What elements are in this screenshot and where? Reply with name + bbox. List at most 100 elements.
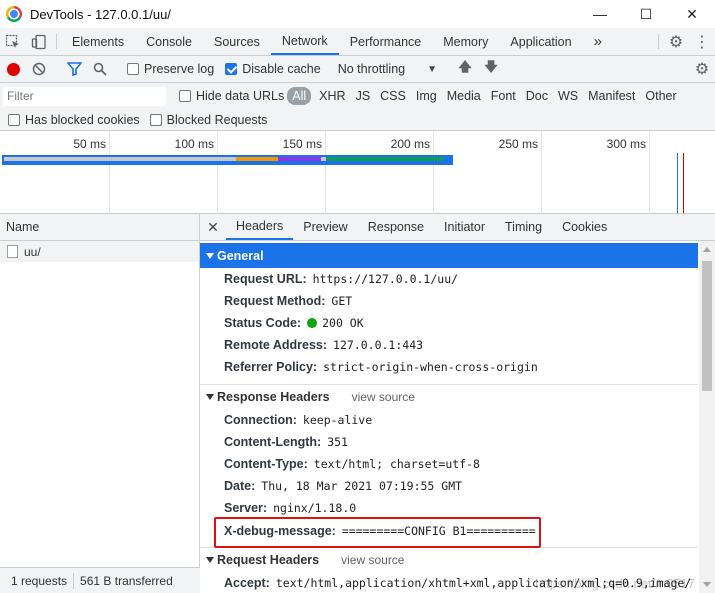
transferred-size: 561 B transferred bbox=[80, 573, 173, 588]
search-button[interactable] bbox=[87, 62, 113, 76]
tab-elements[interactable]: Elements bbox=[61, 28, 135, 55]
request-count: 1 requests bbox=[11, 573, 68, 588]
tick-label: 300 ms bbox=[606, 137, 646, 151]
network-status-bar: 1 requests 561 B transferred bbox=[0, 567, 200, 593]
network-overview-timeline[interactable]: 50 ms 100 ms 150 ms 200 ms 250 ms 300 ms bbox=[0, 131, 715, 214]
request-row[interactable]: uu/ bbox=[0, 241, 199, 262]
maximize-button[interactable]: ☐ bbox=[623, 0, 669, 28]
view-source-link[interactable]: view source bbox=[341, 553, 404, 567]
header-key: Content-Length: bbox=[224, 435, 322, 449]
dom-content-loaded-line bbox=[677, 153, 678, 213]
clear-button[interactable] bbox=[26, 62, 52, 76]
header-value: GET bbox=[331, 294, 353, 308]
tab-headers[interactable]: Headers bbox=[226, 214, 294, 240]
tab-cookies[interactable]: Cookies bbox=[552, 214, 617, 240]
filter-type-all[interactable]: All bbox=[287, 87, 312, 105]
tab-application[interactable]: Application bbox=[499, 28, 582, 55]
filter-type-font[interactable]: Font bbox=[486, 89, 521, 103]
chrome-logo-icon bbox=[6, 6, 22, 22]
header-key: Connection: bbox=[224, 413, 297, 427]
header-row: Request URL: https://127.0.0.1/uu/ bbox=[200, 268, 715, 290]
tab-initiator[interactable]: Initiator bbox=[434, 214, 495, 240]
requests-list: Name uu/ 1 requests 561 B transferred bbox=[0, 214, 200, 593]
filter-type-css[interactable]: CSS bbox=[375, 89, 411, 103]
details-scrollbar[interactable] bbox=[699, 241, 715, 593]
clear-icon bbox=[32, 62, 46, 76]
tab-network[interactable]: Network bbox=[270, 28, 339, 55]
grid-line bbox=[217, 131, 218, 214]
tab-preview[interactable]: Preview bbox=[293, 214, 357, 240]
expand-caret-icon bbox=[206, 252, 214, 259]
header-value: text/html; charset=utf-8 bbox=[313, 457, 480, 471]
network-settings-gear-icon[interactable]: ⚙ bbox=[689, 59, 715, 79]
throttling-select[interactable]: No throttling bbox=[338, 62, 405, 76]
record-button[interactable] bbox=[0, 62, 26, 76]
header-key: Referrer Policy: bbox=[224, 360, 318, 374]
header-key: Server: bbox=[224, 501, 268, 515]
device-toolbar-icon[interactable] bbox=[26, 28, 52, 55]
throttling-dropdown-icon[interactable]: ▼ bbox=[427, 64, 437, 75]
divider bbox=[658, 34, 659, 49]
filter-type-xhr[interactable]: XHR bbox=[314, 89, 350, 103]
more-options-icon[interactable]: ⋮ bbox=[689, 28, 715, 55]
name-column-header[interactable]: Name bbox=[0, 214, 199, 241]
tick-label: 100 ms bbox=[174, 137, 214, 151]
view-source-link[interactable]: view source bbox=[352, 390, 415, 404]
overview-ssl-bar bbox=[236, 157, 278, 161]
header-value: 200 OK bbox=[322, 316, 364, 330]
more-tabs-icon[interactable]: » bbox=[583, 28, 613, 55]
tab-performance[interactable]: Performance bbox=[339, 28, 433, 55]
header-key: Date: bbox=[224, 479, 256, 493]
request-headers-section-header[interactable]: Request Headers view source bbox=[200, 547, 698, 572]
general-section-header[interactable]: General bbox=[200, 243, 698, 268]
header-row: Date: Thu, 18 Mar 2021 07:19:55 GMT bbox=[200, 475, 715, 497]
header-key: Request URL: bbox=[224, 272, 307, 286]
tab-response[interactable]: Response bbox=[358, 214, 434, 240]
grid-line bbox=[649, 131, 650, 214]
tick-label: 50 ms bbox=[73, 137, 106, 151]
document-file-icon bbox=[7, 245, 18, 258]
search-icon bbox=[93, 62, 107, 76]
header-row: Request Method: GET bbox=[200, 290, 715, 312]
header-row: Content-Length: 351 bbox=[200, 431, 715, 453]
hide-data-urls-checkbox[interactable] bbox=[179, 90, 191, 102]
preserve-log-checkbox[interactable] bbox=[127, 63, 139, 75]
watermark-text: https://blog.csdn.net/m0517 bbox=[535, 576, 695, 591]
scroll-up-icon[interactable] bbox=[703, 247, 711, 252]
filter-type-ws[interactable]: WS bbox=[553, 89, 583, 103]
tab-console[interactable]: Console bbox=[135, 28, 203, 55]
preserve-log-label: Preserve log bbox=[144, 62, 215, 76]
filter-type-manifest[interactable]: Manifest bbox=[583, 89, 640, 103]
import-har-icon[interactable]: 🡅 bbox=[452, 58, 478, 80]
header-key: Request Method: bbox=[224, 294, 326, 308]
filter-type-other[interactable]: Other bbox=[640, 89, 681, 103]
filter-input[interactable] bbox=[3, 86, 166, 106]
filter-type-doc[interactable]: Doc bbox=[521, 89, 553, 103]
filter-type-media[interactable]: Media bbox=[442, 89, 486, 103]
export-har-icon[interactable]: 🡇 bbox=[478, 58, 504, 80]
scroll-down-icon[interactable] bbox=[703, 582, 711, 587]
inspect-element-icon[interactable] bbox=[0, 28, 26, 55]
blocked-requests-checkbox[interactable] bbox=[149, 113, 162, 126]
request-headers-title: Request Headers bbox=[217, 553, 320, 567]
close-window-button[interactable]: ✕ bbox=[669, 0, 715, 28]
scrollbar-thumb[interactable] bbox=[702, 261, 712, 391]
settings-gear-icon[interactable]: ⚙ bbox=[663, 28, 689, 55]
disable-cache-label: Disable cache bbox=[242, 62, 321, 76]
tab-memory[interactable]: Memory bbox=[432, 28, 499, 55]
tick-label: 200 ms bbox=[390, 137, 430, 151]
filter-type-js[interactable]: JS bbox=[351, 89, 376, 103]
has-blocked-cookies-checkbox[interactable] bbox=[8, 113, 20, 126]
tab-sources[interactable]: Sources bbox=[203, 28, 271, 55]
minimize-button[interactable]: — bbox=[577, 0, 623, 28]
disable-cache-checkbox[interactable] bbox=[225, 63, 238, 75]
filter-type-img[interactable]: Img bbox=[411, 89, 442, 103]
tab-timing[interactable]: Timing bbox=[495, 214, 552, 240]
load-event-line bbox=[683, 153, 684, 213]
filter-button[interactable] bbox=[61, 62, 87, 76]
header-row: Connection: keep-alive bbox=[200, 409, 715, 431]
response-headers-section-header[interactable]: Response Headers view source bbox=[200, 384, 698, 409]
header-row: Referrer Policy: strict-origin-when-cross… bbox=[200, 356, 715, 378]
close-details-icon[interactable]: ✕ bbox=[200, 214, 226, 240]
